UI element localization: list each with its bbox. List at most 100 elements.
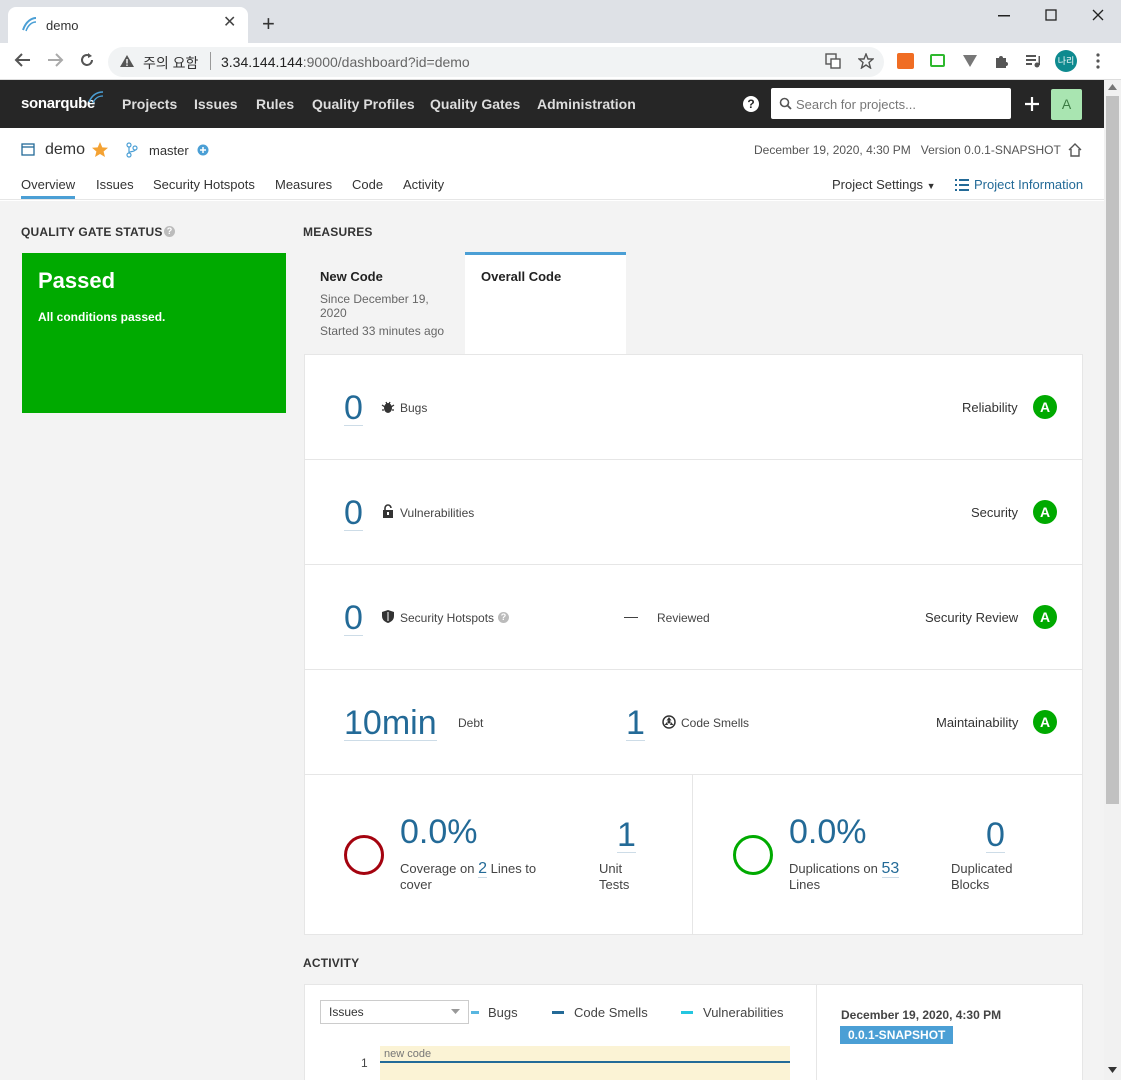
activity-title: ACTIVITY [303,956,360,970]
browser-tab-title: demo [46,18,79,33]
coverage-prefix: Coverage on [400,861,475,876]
extension-screen-icon[interactable] [930,54,945,67]
branch-icon [126,142,138,158]
measures-title: MEASURES [303,225,373,239]
tab-overview[interactable]: Overview [21,177,76,199]
tab-measures[interactable]: Measures [275,177,332,192]
url-text[interactable]: 3.34.144.144:9000/dashboard?id=demo [221,54,470,70]
profile-avatar[interactable]: 나리 [1055,50,1077,72]
reload-icon[interactable] [79,52,95,68]
hotspots-value[interactable]: 0 [344,601,363,636]
shield-icon [382,610,394,623]
security-label: Security [971,505,1018,520]
coverage-description: Coverage on 2 Lines to cover [400,860,560,893]
user-avatar[interactable]: A [1051,89,1082,120]
extension-ex-icon[interactable] [897,53,914,69]
y-axis-tick: 1 [361,1056,368,1070]
create-plus-icon[interactable] [1024,96,1040,112]
legend-bugs[interactable]: Bugs [488,1005,518,1020]
duplications-lines-link[interactable]: 53 [881,860,900,878]
divider [304,459,1083,460]
project-settings-menu[interactable]: Project Settings ▼ [832,177,936,192]
nav-rules[interactable]: Rules [256,96,294,112]
coverage-value[interactable]: 0.0% [400,815,478,849]
graph-type-value: Issues [329,1005,364,1019]
extension-v-icon[interactable] [962,54,978,68]
media-queue-icon[interactable] [1025,54,1041,68]
tab-security-hotspots[interactable]: Security Hotspots [153,177,255,192]
bugs-value[interactable]: 0 [344,391,363,426]
nav-administration[interactable]: Administration [537,96,636,112]
project-version: Version 0.0.1-SNAPSHOT [920,143,1061,157]
duplicated-blocks-value[interactable]: 0 [986,818,1005,853]
sonarqube-logo-waves-icon [88,91,104,104]
search-icon [779,97,792,110]
tab-code[interactable]: Code [352,177,383,192]
unit-tests-value[interactable]: 1 [617,818,636,853]
project-information-link[interactable]: Project Information [974,177,1083,192]
vulnerabilities-value[interactable]: 0 [344,496,363,531]
window-close-icon[interactable] [1092,9,1104,21]
coverage-lines-link[interactable]: 2 [478,860,487,878]
nav-quality-profiles[interactable]: Quality Profiles [312,96,415,112]
code-smells-value[interactable]: 1 [626,706,645,741]
maintainability-rating[interactable]: A [1033,710,1057,734]
unit-tests-label: Unit Tests [599,861,629,893]
duplications-prefix: Duplications on [789,861,878,876]
favorite-star-icon[interactable] [91,141,109,158]
legend-code-smells[interactable]: Code Smells [574,1005,648,1020]
bug-icon [381,401,395,413]
help-question-icon[interactable]: ? [164,226,175,237]
tab-activity[interactable]: Activity [403,177,444,192]
security-review-rating[interactable]: A [1033,605,1057,629]
new-tab-button[interactable]: + [262,13,275,35]
divider [304,774,1083,775]
debt-value[interactable]: 10min [344,706,437,741]
minimize-icon[interactable] [998,15,1012,17]
help-question-icon[interactable]: ? [498,612,509,623]
unit-tests-label-line2: Tests [599,877,630,892]
close-tab-icon[interactable]: ✕ [223,15,236,31]
browser-tab[interactable] [8,7,248,43]
branch-name[interactable]: master [149,143,189,158]
legend-vulnerabilities-swatch [681,1011,693,1014]
browser-menu-icon[interactable] [1095,53,1101,69]
bugs-label: Bugs [400,401,428,415]
new-code-started: Started 33 minutes ago [320,324,445,338]
duplications-donut [733,835,773,875]
forward-icon[interactable] [46,52,64,68]
project-icon [21,143,35,156]
code-smells-label: Code Smells [681,716,750,730]
nav-projects[interactable]: Projects [122,96,177,112]
divider [304,669,1083,670]
duplications-value[interactable]: 0.0% [789,815,867,849]
tab-issues[interactable]: Issues [96,177,134,192]
new-code-label: new code [384,1048,432,1060]
branch-info-icon[interactable] [197,144,209,156]
translate-icon[interactable] [825,53,841,69]
omnibox-divider [210,52,211,70]
scrollbar-thumb[interactable] [1106,96,1119,804]
home-icon[interactable] [1067,142,1083,158]
scroll-up-icon[interactable] [1108,84,1117,90]
overall-code-label: Overall Code [481,269,562,284]
unit-tests-label-line1: Unit [599,861,623,876]
new-code-since: Since December 19, [320,292,429,306]
security-rating[interactable]: A [1033,500,1057,524]
nav-quality-gates[interactable]: Quality Gates [430,96,520,112]
sonarqube-logo[interactable]: sonarqube [21,95,95,112]
coverage-suffix: Lines to [490,861,537,876]
security-warning-label[interactable]: 주의 요함 [143,53,198,73]
activity-version-badge: 0.0.1-SNAPSHOT [840,1026,954,1044]
project-name[interactable]: demo [45,141,85,159]
help-icon[interactable]: ? [743,96,759,112]
nav-issues[interactable]: Issues [194,96,238,112]
tab-overall-code[interactable] [465,252,626,355]
maximize-icon[interactable] [1045,9,1057,21]
extensions-puzzle-icon[interactable] [993,53,1009,69]
reliability-rating[interactable]: A [1033,395,1057,419]
back-icon[interactable] [14,52,32,68]
bookmark-star-icon[interactable] [858,53,874,69]
scroll-down-icon[interactable] [1108,1067,1117,1073]
legend-vulnerabilities[interactable]: Vulnerabilities [703,1005,783,1020]
